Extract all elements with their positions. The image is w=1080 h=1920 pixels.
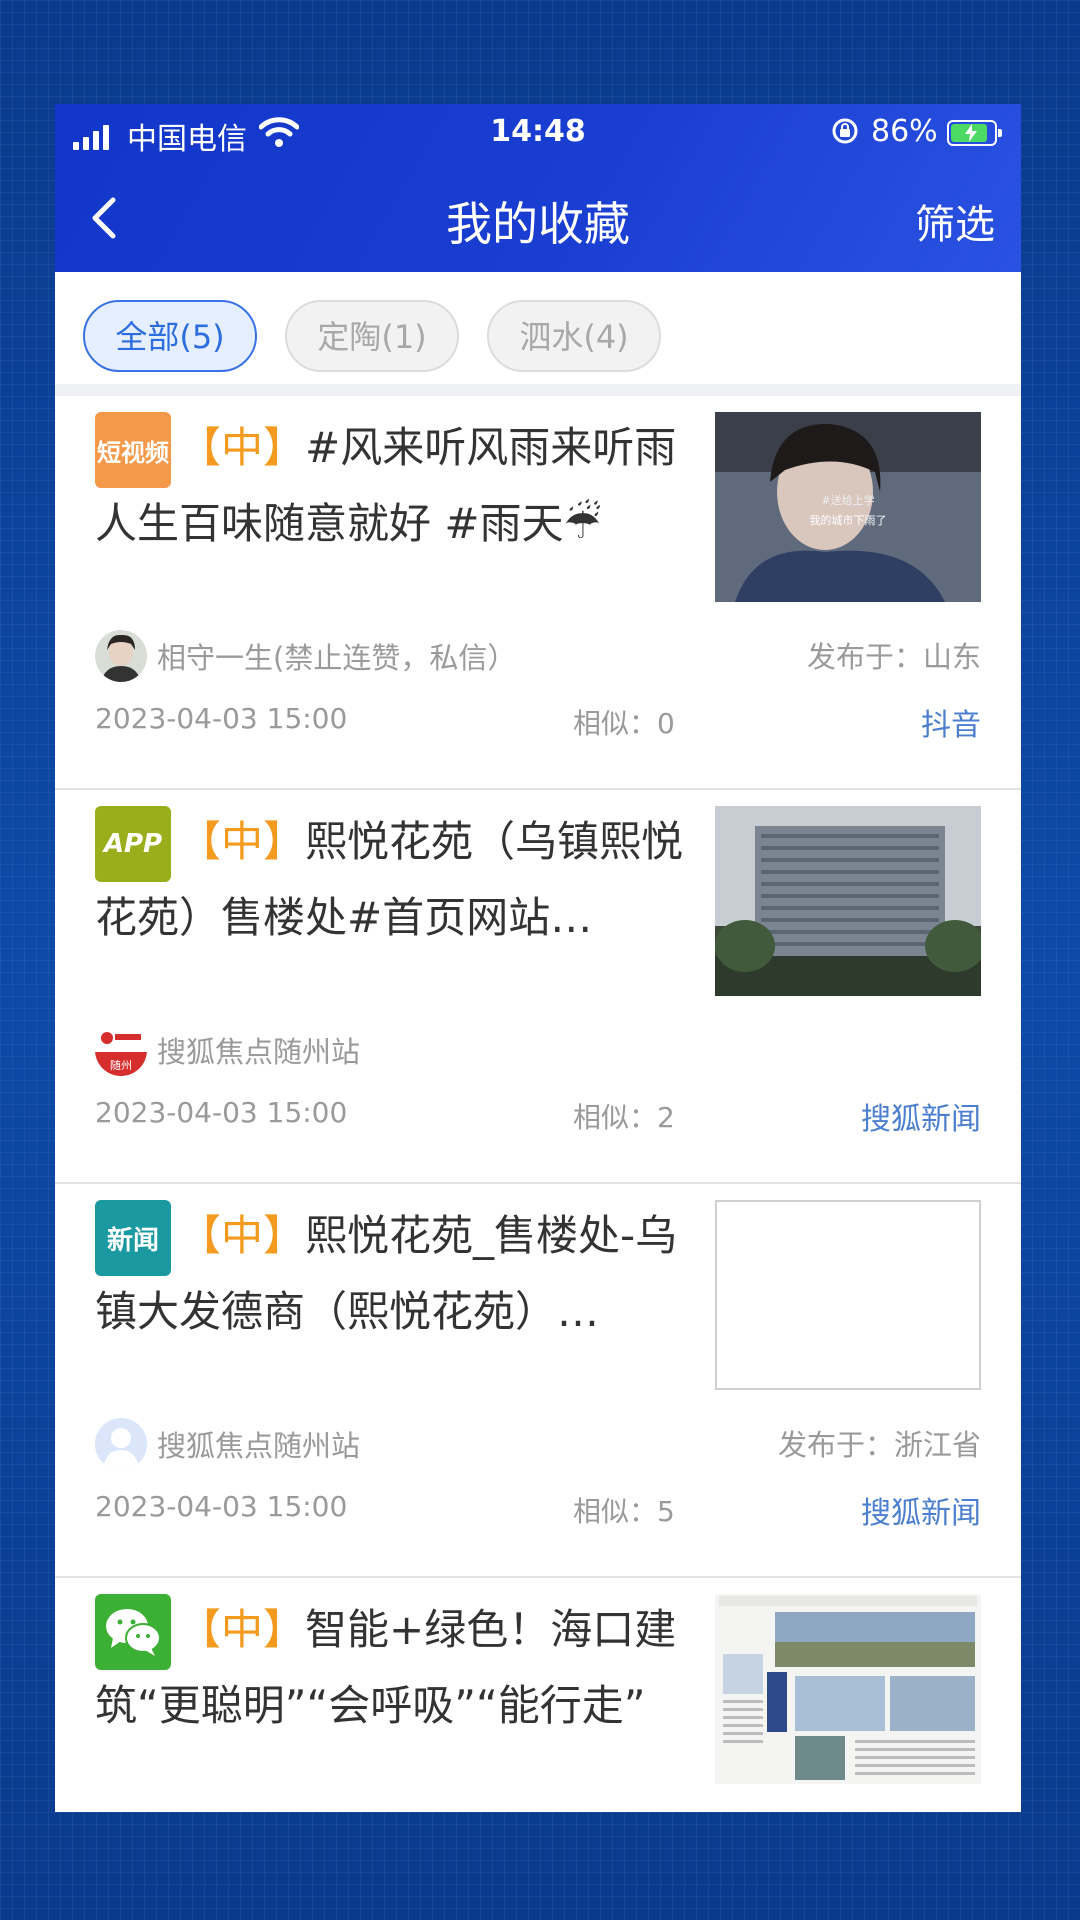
item-title[interactable]: 【中】熙悦花苑_售楼处-乌镇大发德商（熙悦花苑）… [95,1198,711,1350]
avatar-text: 随州 [110,1058,132,1072]
avatar: 随州 [95,1024,147,1076]
source-link[interactable]: 搜狐新闻 [861,1488,981,1532]
rotation-lock-icon [832,118,858,144]
thumb-text: 我的城市下雨了 [810,513,887,527]
favorites-list: 短视频 【中】#风来听风雨来听雨人生百味随意就好 #雨天☔ #送给上学 我的城市… [55,396,1021,1812]
source-link[interactable]: 搜狐新闻 [861,1094,981,1138]
source-link[interactable]: 抖音 [921,700,981,744]
list-item[interactable]: APP 【中】熙悦花苑（乌镇熙悦花苑）售楼处#首页网站… 随州 搜狐焦点随州站 … [55,790,1021,1184]
level-tag: 【中】 [179,817,306,866]
thumbnail[interactable]: #送给上学 我的城市下雨了 [715,412,981,602]
author[interactable]: 随州 搜狐焦点随州站 [95,1024,360,1076]
thumbnail[interactable] [715,1594,981,1784]
page-title: 我的收藏 [446,197,630,251]
level-tag: 【中】 [179,1211,306,1260]
thumbnail-placeholder[interactable] [715,1200,981,1390]
similar-count: 相似：2 [573,1101,675,1134]
publish-date: 2023-04-03 15:00 [95,1490,348,1523]
building-image [715,806,981,996]
published-location: 发布于：山东 [806,640,981,674]
default-avatar-icon [95,1418,147,1470]
thumbnail[interactable] [715,806,981,996]
newspaper-image [715,1594,981,1784]
avatar [95,630,147,682]
app-screen: 中国电信 14:48 86% 我的收藏 筛选 全部(5) 定陶(1) 泗水(4)… [55,104,1021,1812]
author-name: 相守一生(禁止连赞，私信） [157,641,517,675]
list-item[interactable]: 新闻 【中】熙悦花苑_售楼处-乌镇大发德商（熙悦花苑）… 搜狐焦点随州站 发布于… [55,1184,1021,1578]
similar-count: 相似：0 [573,707,675,740]
divider [55,384,1021,396]
battery-icon [947,120,1002,146]
item-title[interactable]: 【中】智能+绿色！海口建筑“更聪明”“会呼吸”“能行走” [95,1592,711,1744]
status-bar: 中国电信 14:48 86% [55,104,1021,162]
author[interactable]: 相守一生(禁止连赞，私信） [95,630,516,682]
author[interactable]: 搜狐焦点随州站 [95,1418,360,1470]
thumb-text: #送给上学 [821,493,874,507]
tab-dingtao[interactable]: 定陶(1) [285,300,459,372]
level-tag: 【中】 [179,1605,306,1654]
item-title[interactable]: 【中】熙悦花苑（乌镇熙悦花苑）售楼处#首页网站… [95,804,711,956]
top-bar: 中国电信 14:48 86% 我的收藏 筛选 [55,104,1021,272]
tab-sishui[interactable]: 泗水(4) [487,300,661,372]
item-title[interactable]: 【中】#风来听风雨来听雨人生百味随意就好 #雨天☔ [95,410,711,562]
similar-count: 相似：5 [573,1495,675,1528]
publish-date: 2023-04-03 15:00 [95,1096,348,1129]
author-name: 搜狐焦点随州站 [157,1429,361,1463]
level-tag: 【中】 [179,423,306,472]
publish-date: 2023-04-03 15:00 [95,702,348,735]
list-item[interactable]: 短视频 【中】#风来听风雨来听雨人生百味随意就好 #雨天☔ #送给上学 我的城市… [55,396,1021,790]
photo-girl-image: #送给上学 我的城市下雨了 [715,412,981,602]
filter-button[interactable]: 筛选 [915,192,995,250]
tab-all[interactable]: 全部(5) [83,300,257,372]
published-location: 发布于：浙江省 [777,1428,981,1462]
author-name: 搜狐焦点随州站 [157,1035,361,1069]
battery-percent: 86% [871,114,938,149]
list-item[interactable]: 【中】智能+绿色！海口建筑“更聪明”“会呼吸”“能行走” [55,1578,1021,1812]
category-tabs: 全部(5) 定陶(1) 泗水(4) [55,272,1021,384]
